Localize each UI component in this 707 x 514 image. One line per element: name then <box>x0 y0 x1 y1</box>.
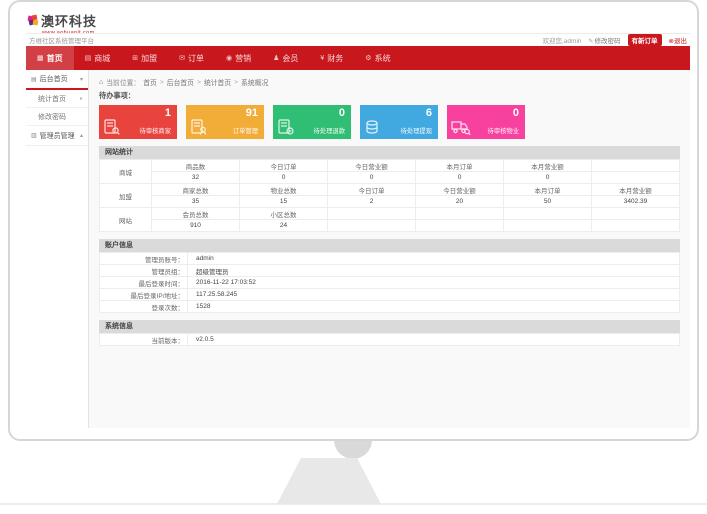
account-info-title: 账户信息 <box>99 239 680 252</box>
table-row: 35 15 2 20 50 3402.39 <box>100 196 680 208</box>
chevron-down-icon: ▾ <box>80 76 83 83</box>
clipboard-search-icon <box>103 118 121 136</box>
screen: 澳环科技 www.aohuanit.com 方维社区系统管理平台 欢迎您,adm… <box>26 10 690 428</box>
sidebar-item-backend-home[interactable]: ▤ 后台首页 ▾ <box>26 70 88 90</box>
table-row: 910 24 <box>100 220 680 232</box>
members-icon: ♟ <box>273 54 279 62</box>
chevron-up-icon: ▴ <box>80 132 83 139</box>
site-header: 澳环科技 www.aohuanit.com <box>26 10 690 33</box>
nav-item-finance[interactable]: ¥ 财务 <box>309 46 354 70</box>
todo-title: 待办事项： <box>99 91 680 101</box>
truck-search-icon <box>451 118 471 136</box>
breadcrumb: ⌂ 当前位置： 首页 > 后台首页 > 统计首页 > 系统概况 <box>99 76 680 88</box>
table-row: 当前版本： v2.0.5 <box>100 334 680 346</box>
content: ⌂ 当前位置： 首页 > 后台首页 > 统计首页 > 系统概况 待办事项： <box>89 70 690 428</box>
welcome-text: 欢迎您,admin <box>543 35 582 45</box>
logout-button[interactable]: ⊗退出 <box>669 35 687 45</box>
table-row: 最后登录时间： 2016-11-22 17:03:52 <box>100 277 680 289</box>
table-row: 32 0 0 0 0 <box>100 172 680 184</box>
site-stats-title: 网站统计 <box>99 146 680 159</box>
breadcrumb-backend[interactable]: 后台首页 <box>167 77 194 87</box>
breadcrumb-current: 系统概况 <box>241 77 268 87</box>
sidebar-item-stats-home[interactable]: 统计首页 ▸ <box>26 90 88 108</box>
table-row: 最后登录IP/地址： 117.25.58.245 <box>100 289 680 301</box>
system-info-title: 系统信息 <box>99 320 680 333</box>
card-pending-withdrawals[interactable]: 6 待处理提现 <box>360 105 438 139</box>
card-pending-properties[interactable]: 0 待审核物业 <box>447 105 525 139</box>
users-icon: ▥ <box>31 132 37 139</box>
logo-text: 澳环科技 <box>41 11 97 30</box>
edit-icon: ✎ <box>589 39 594 45</box>
breadcrumb-prefix: 当前位置： <box>106 77 140 87</box>
clipboard-user-icon <box>190 118 208 136</box>
sidebar-item-admin-management[interactable]: ▥ 管理员管理 ▴ <box>26 126 88 146</box>
nav-item-home[interactable]: ▦ 首页 <box>26 46 74 70</box>
change-password-button[interactable]: ✎修改密码 <box>589 35 621 45</box>
home-icon: ⌂ <box>99 79 103 86</box>
new-order-alert-button[interactable]: 有新订单 <box>628 34 662 46</box>
table-row: 登录次数： 1528 <box>100 301 680 313</box>
page: 澳环科技 www.aohuanit.com 方维社区系统管理平台 欢迎您,adm… <box>0 0 707 514</box>
table-row: 加盟 商家总数 物业总数 今日订单 今日营业额 本月订单 本月营业额 <box>100 184 680 196</box>
clipboard-coin-icon <box>277 118 295 136</box>
sub-header-bar: 方维社区系统管理平台 欢迎您,admin ✎修改密码 有新订单 ⊗退出 <box>26 33 690 46</box>
orders-icon: ✉ <box>179 54 185 62</box>
card-order-management[interactable]: 91 订单管理 <box>186 105 264 139</box>
nav-item-orders[interactable]: ✉ 订单 <box>168 46 215 70</box>
mall-icon: ▤ <box>85 54 92 62</box>
section-account-info: 账户信息 管理员账号： admin 管理员组： 超级管理员 最后 <box>99 239 680 313</box>
section-site-stats: 网站统计 商城 商品数 今日订单 今日营业额 本月订单 本月营业额 <box>99 146 680 232</box>
todo-cards: 1 待审核商家 91 订单管理 <box>99 105 680 139</box>
nav-item-marketing[interactable]: ◉ 营销 <box>215 46 262 70</box>
nav-item-system[interactable]: ⚙ 系统 <box>354 46 401 70</box>
nav-item-franchise[interactable]: ⊞ 加盟 <box>121 46 168 70</box>
logo-icon <box>28 15 39 26</box>
card-pending-merchants[interactable]: 1 待审核商家 <box>99 105 177 139</box>
list-icon: ▤ <box>31 76 37 83</box>
sidebar-item-change-password[interactable]: 修改密码 <box>26 108 88 126</box>
table-row: 网站 会员总数 小区总数 <box>100 208 680 220</box>
table-row: 管理员账号： admin <box>100 253 680 265</box>
chevron-right-icon: ▸ <box>80 95 83 102</box>
nav-item-members[interactable]: ♟ 会员 <box>262 46 309 70</box>
nav-item-mall[interactable]: ▤ 商城 <box>74 46 122 70</box>
table-row: 商城 商品数 今日订单 今日营业额 本月订单 本月营业额 <box>100 160 680 172</box>
franchise-icon: ⊞ <box>132 54 138 62</box>
marketing-icon: ◉ <box>226 54 232 62</box>
site-stats-table: 商城 商品数 今日订单 今日营业额 本月订单 本月营业额 32 0 <box>99 159 680 232</box>
breadcrumb-home[interactable]: 首页 <box>143 77 157 87</box>
account-info-table: 管理员账号： admin 管理员组： 超级管理员 最后登录时间： 2016-11… <box>99 252 680 313</box>
section-system-info: 系统信息 当前版本： v2.0.5 <box>99 320 680 346</box>
main-navbar: ▦ 首页 ▤ 商城 ⊞ 加盟 ✉ 订单 ◉ 营销 <box>26 46 690 70</box>
main-area: ▤ 后台首页 ▾ 统计首页 ▸ 修改密码 ▥ 管理员管理 ▴ <box>26 70 690 428</box>
home-icon: ▦ <box>37 54 44 62</box>
table-row: 管理员组： 超级管理员 <box>100 265 680 277</box>
finance-icon: ¥ <box>320 55 324 62</box>
monitor-stand <box>277 458 381 504</box>
card-pending-refunds[interactable]: 0 待处理退款 <box>273 105 351 139</box>
sidebar: ▤ 后台首页 ▾ 统计首页 ▸ 修改密码 ▥ 管理员管理 ▴ <box>26 70 89 428</box>
system-info-table: 当前版本： v2.0.5 <box>99 333 680 346</box>
system-icon: ⚙ <box>365 54 371 62</box>
monitor-frame: 澳环科技 www.aohuanit.com 方维社区系统管理平台 欢迎您,adm… <box>8 0 699 441</box>
site-tagline: 方维社区系统管理平台 <box>29 35 94 45</box>
coins-icon <box>364 118 384 136</box>
breadcrumb-stats[interactable]: 统计首页 <box>204 77 231 87</box>
